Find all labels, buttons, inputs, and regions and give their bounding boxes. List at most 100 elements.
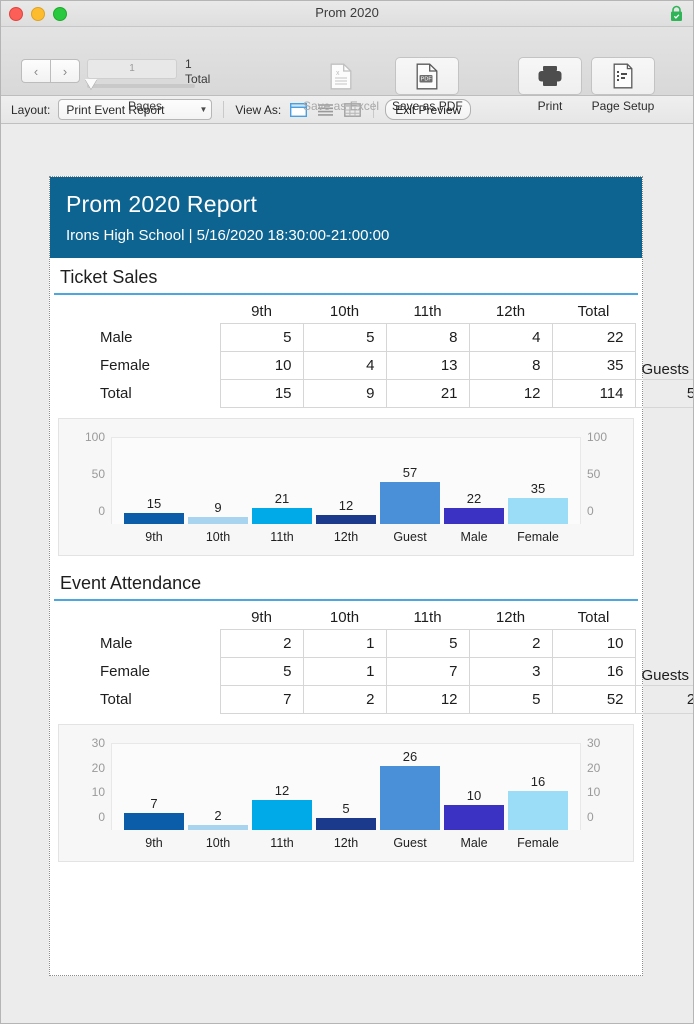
- section-title: Ticket Sales: [54, 258, 638, 295]
- print-button[interactable]: Print: [518, 57, 582, 113]
- page-setup-button[interactable]: Page Setup: [591, 57, 655, 113]
- guest-spacer-male-2: [635, 630, 693, 658]
- cell-female-11th: 13: [385, 351, 470, 380]
- chart-bar-group: 57 Guest: [380, 438, 440, 544]
- chart-bar-group: 22 Male: [444, 438, 504, 544]
- bar: [444, 805, 504, 830]
- bar: [252, 508, 312, 524]
- bar-category-label: 11th: [270, 836, 294, 850]
- bar-value-label: 12: [274, 783, 290, 799]
- chart-bars: 15 9th 9 10th 21 11th 12 12th 57 Guest 22 Male 35 Fem…: [112, 438, 580, 544]
- row-label-total: Total: [100, 385, 132, 402]
- cell-guests-value: 57: [634, 379, 693, 408]
- table-row-male: Male 2 1 5 2 10: [54, 629, 693, 658]
- save-as-excel-label: Save as Excel: [303, 99, 380, 113]
- previous-page-button[interactable]: ‹: [21, 59, 50, 83]
- guests-label-2: Guests: [641, 667, 690, 684]
- bar-category-label: Guest: [393, 836, 427, 850]
- ticket-sales-table: 9th 10th 11th 12th Total Male 5 5 8 4 22: [54, 297, 693, 408]
- cell-male-9th-2: 2: [219, 629, 304, 658]
- column-header-total-2: Total: [577, 609, 610, 626]
- event-attendance-table: 9th 10th 11th 12th Total Male 2 1 5 2 10: [54, 603, 693, 714]
- bar-category-label: Guest: [393, 530, 427, 544]
- y-axis-tick-label: 0: [98, 504, 105, 518]
- cell-total-11th-2: 12: [385, 685, 470, 714]
- header-guest-spacer: [635, 297, 693, 324]
- cell-total-10th-2: 2: [302, 685, 387, 714]
- y-axis-tick-label: 0: [587, 504, 594, 518]
- cell-male-12th: 4: [468, 323, 553, 352]
- bar-value-label: 35: [530, 481, 546, 497]
- row-label-female: Female: [100, 357, 151, 374]
- layout-label: Layout:: [11, 102, 51, 117]
- y-axis-tick-label: 30: [587, 736, 601, 750]
- main-toolbar: ‹ › 1 1 Total Pages x Save as Excel PDF …: [1, 27, 693, 113]
- bar-value-label: 12: [338, 498, 354, 514]
- y-axis-tick-label: 100: [84, 430, 105, 444]
- table-header-row: 9th 10th 11th 12th Total: [54, 297, 693, 324]
- bar-category-label: 9th: [145, 530, 163, 544]
- header-corner: [54, 297, 220, 324]
- guests-label: Guests: [641, 361, 690, 378]
- cell-female-total: 35: [551, 351, 636, 380]
- bar-category-label: Male: [460, 836, 488, 850]
- chart-bars-2: 7 9th 2 10th 12 11th 5 12th 26 Guest 10 Male 16 Femal…: [112, 744, 580, 850]
- bar-value-label: 9: [214, 500, 222, 516]
- page-nav-group: ‹ ›: [21, 59, 80, 83]
- cell-female-12th-2: 3: [468, 657, 553, 686]
- next-page-button[interactable]: ›: [50, 59, 80, 83]
- section-event-attendance: Event Attendance 9th 10th 11th 12th Tota…: [50, 564, 693, 862]
- column-header-11th-2: 11th: [413, 609, 442, 626]
- y-axis-tick-label: 10: [91, 785, 105, 800]
- cell-male-9th: 5: [219, 323, 304, 352]
- lock-closed-icon[interactable]: [669, 5, 684, 22]
- column-header-11th: 11th: [413, 303, 442, 320]
- bar: [124, 512, 184, 524]
- cell-female-total-2: 16: [551, 657, 636, 686]
- bar: [508, 498, 568, 524]
- cell-female-10th: 4: [302, 351, 387, 380]
- chart-y-axis-left: 0 50 100: [59, 419, 111, 555]
- cell-total-9th: 15: [219, 379, 304, 408]
- chart-plot-area-2: 7 9th 2 10th 12 11th 5 12th 26 Guest 10 Male 16 Femal…: [111, 743, 581, 850]
- cell-guests-value-2: 26: [634, 685, 693, 714]
- cell-female-11th-2: 7: [385, 657, 470, 686]
- chart-bar-group: 12 11th: [252, 744, 312, 850]
- column-header-10th: 10th: [329, 303, 360, 320]
- chart-y-axis-right-2: 0 10 20 30: [581, 725, 633, 861]
- bar-category-label: 10th: [205, 836, 231, 850]
- cell-female-9th-2: 5: [219, 657, 304, 686]
- cell-male-11th-2: 5: [385, 629, 470, 658]
- row-label-total-2: Total: [100, 691, 132, 708]
- section-ticket-sales: Ticket Sales 9th 10th 11th 12th Total Ma…: [50, 258, 693, 556]
- row-label-female-2: Female: [100, 663, 151, 680]
- chart-y-axis-right: 0 50 100: [581, 419, 633, 555]
- cell-total-total-2: 52: [551, 685, 636, 714]
- chart-bar-group: 16 Female: [508, 744, 568, 850]
- page-slider-thumb[interactable]: [85, 79, 97, 89]
- chart-bar-group: 5 12th: [316, 744, 376, 850]
- save-as-pdf-button[interactable]: PDF Save as PDF: [392, 57, 463, 113]
- total-pages-readout: 1 Total: [185, 57, 210, 87]
- page-number-field[interactable]: 1: [87, 59, 177, 79]
- preview-canvas: Prom 2020 Report Irons High School | 5/1…: [1, 124, 693, 1023]
- page-slider-track[interactable]: [87, 84, 195, 88]
- bar-value-label: 15: [146, 495, 162, 511]
- cell-total-9th-2: 7: [219, 685, 304, 714]
- cell-female-9th: 10: [219, 351, 304, 380]
- bar-value-label: 21: [274, 491, 290, 507]
- chart-bar-group: 12 12th: [316, 438, 376, 544]
- cell-female-12th: 8: [468, 351, 553, 380]
- column-header-9th-2: 9th: [251, 609, 272, 626]
- y-axis-tick-label: 0: [587, 810, 594, 824]
- ticket-sales-chart: 0 50 100 15 9th 9 10th 21 11th 12 12th 57 Guest 22 Ma…: [58, 418, 634, 556]
- row-label-male-2: Male: [100, 635, 133, 652]
- filemaker-window: Prom 2020 ‹ › 1 1 Total Pages x Save as …: [0, 0, 694, 1024]
- chart-bar-group: 35 Female: [508, 438, 568, 544]
- cell-male-12th-2: 2: [468, 629, 553, 658]
- y-axis-tick-label: 50: [587, 467, 601, 481]
- chart-bar-group: 9 10th: [188, 438, 248, 544]
- table-row-female: Female 5 1 7 3 16 Guests: [54, 657, 693, 686]
- print-label: Print: [537, 99, 563, 113]
- bar-category-label: Female: [517, 530, 559, 544]
